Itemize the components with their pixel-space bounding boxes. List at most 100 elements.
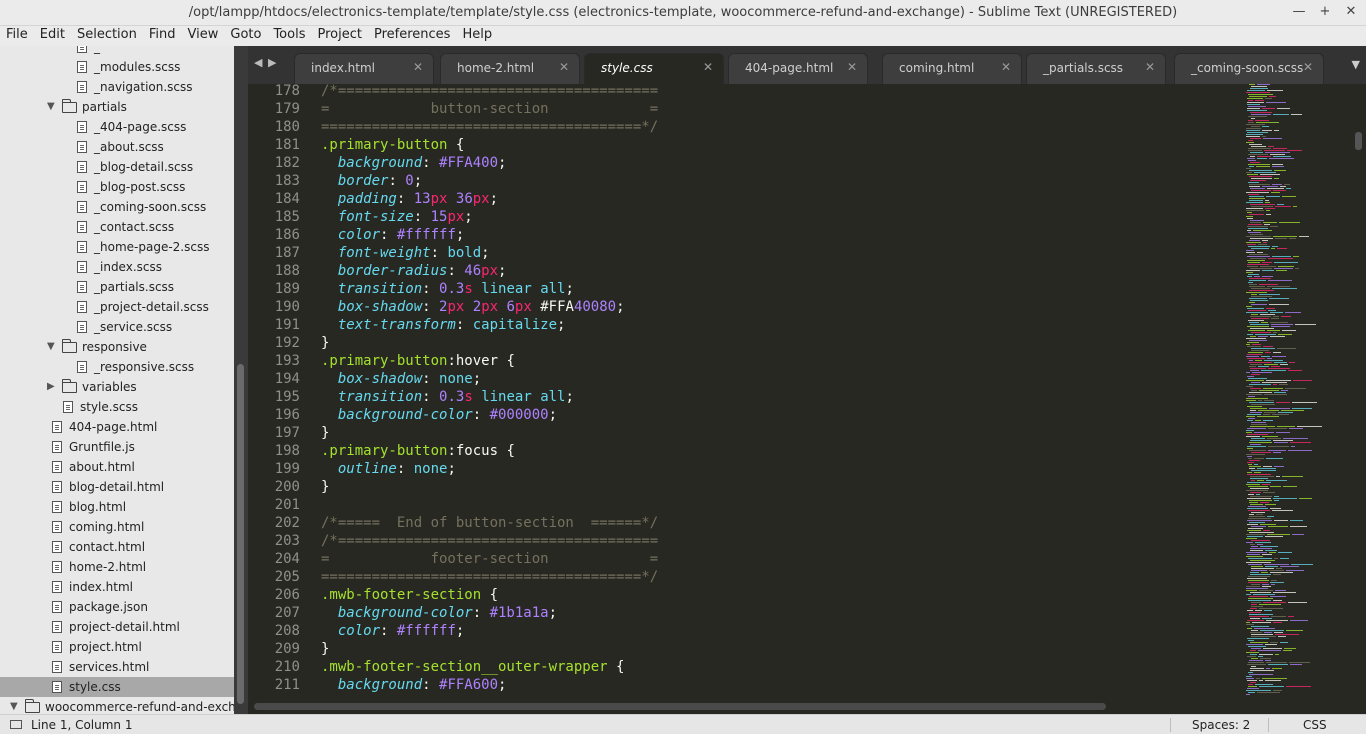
maximize-icon[interactable]: + bbox=[1316, 3, 1334, 21]
tab-coming-html[interactable]: coming.html ✕ bbox=[882, 53, 1022, 84]
code-line[interactable]: 203 /*===================================… bbox=[248, 532, 1244, 550]
code-line[interactable]: 182 background: #FFA400; bbox=[248, 154, 1244, 172]
code-line[interactable]: 202 /*===== End of button-section ======*… bbox=[248, 514, 1244, 532]
code-line[interactable]: 197} bbox=[248, 424, 1244, 442]
menu-project[interactable]: Project bbox=[311, 26, 367, 46]
tab-home-2-html[interactable]: home-2.html ✕ bbox=[440, 53, 580, 84]
code-line[interactable]: 186 color: #ffffff; bbox=[248, 226, 1244, 244]
panel-toggle-icon[interactable] bbox=[10, 720, 22, 729]
code-line[interactable]: 181 .primary-button { bbox=[248, 136, 1244, 154]
sidebar-file[interactable]: _ bbox=[0, 46, 234, 57]
sidebar-file[interactable]: _home-page-2.scss bbox=[0, 237, 234, 257]
sidebar-file[interactable]: package.json bbox=[0, 597, 234, 617]
editor-horizontal-scrollbar-thumb[interactable] bbox=[254, 703, 1106, 710]
code-line[interactable]: 184 padding: 13px 36px; bbox=[248, 190, 1244, 208]
menu-find[interactable]: Find bbox=[143, 26, 182, 46]
tab-scroll-left-icon[interactable]: ◀ bbox=[254, 56, 268, 69]
sidebar-folder[interactable]: ▼ partials bbox=[0, 97, 234, 117]
code-line[interactable]: 193 .primary-button:hover { bbox=[248, 352, 1244, 370]
sidebar-file[interactable]: Gruntfile.js bbox=[0, 437, 234, 457]
code-line[interactable]: 205 =====================================… bbox=[248, 568, 1244, 586]
tab-close-icon[interactable]: ✕ bbox=[1145, 60, 1155, 74]
menu-file[interactable]: File bbox=[0, 26, 34, 46]
sidebar-file[interactable]: home-2.html bbox=[0, 557, 234, 577]
code-line[interactable]: 199 outline: none; bbox=[248, 460, 1244, 478]
sidebar-file[interactable]: _contact.scss bbox=[0, 217, 234, 237]
sidebar-file[interactable]: contact.html bbox=[0, 537, 234, 557]
expanded-arrow-icon[interactable]: ▼ bbox=[10, 697, 22, 714]
sidebar-file[interactable]: _navigation.scss bbox=[0, 77, 234, 97]
tab-index-html[interactable]: index.html ✕ bbox=[294, 53, 434, 84]
sidebar-file[interactable]: 404-page.html bbox=[0, 417, 234, 437]
sidebar-file[interactable]: style.scss bbox=[0, 397, 234, 417]
code-line[interactable]: 190 box-shadow: 2px 2px 6px #FFA40080; bbox=[248, 298, 1244, 316]
minimap[interactable] bbox=[1244, 84, 1352, 698]
code-line[interactable]: 196 background-color: #000000; bbox=[248, 406, 1244, 424]
code-line[interactable]: 194 box-shadow: none; bbox=[248, 370, 1244, 388]
menu-tools[interactable]: Tools bbox=[267, 26, 311, 46]
menu-edit[interactable]: Edit bbox=[34, 26, 71, 46]
sidebar-folder[interactable]: ▼ responsive bbox=[0, 337, 234, 357]
tab-404-page-html[interactable]: 404-page.html ✕ bbox=[728, 53, 868, 84]
sidebar-file[interactable]: blog-detail.html bbox=[0, 477, 234, 497]
code-editor[interactable]: 178 /*===================================… bbox=[248, 84, 1244, 698]
sidebar-file[interactable]: _project-detail.scss bbox=[0, 297, 234, 317]
sidebar-file[interactable]: _index.scss bbox=[0, 257, 234, 277]
code-line[interactable]: 187 font-weight: bold; bbox=[248, 244, 1244, 262]
menu-selection[interactable]: Selection bbox=[71, 26, 143, 46]
code-line[interactable]: 183 border: 0; bbox=[248, 172, 1244, 190]
code-line[interactable]: 209} bbox=[248, 640, 1244, 658]
code-line[interactable]: 204 = footer-section = bbox=[248, 550, 1244, 568]
tab-close-icon[interactable]: ✕ bbox=[413, 60, 423, 74]
sidebar-folder[interactable]: ▶ variables bbox=[0, 377, 234, 397]
tab-close-icon[interactable]: ✕ bbox=[847, 60, 857, 74]
tab-close-icon[interactable]: ✕ bbox=[559, 60, 569, 74]
code-line[interactable]: 180 =====================================… bbox=[248, 118, 1244, 136]
menu-help[interactable]: Help bbox=[456, 26, 498, 46]
sidebar-file[interactable]: blog.html bbox=[0, 497, 234, 517]
sidebar-file[interactable]: _modules.scss bbox=[0, 57, 234, 77]
code-line[interactable]: 192} bbox=[248, 334, 1244, 352]
code-line[interactable]: 198 .primary-button:focus { bbox=[248, 442, 1244, 460]
sidebar-file[interactable]: index.html bbox=[0, 577, 234, 597]
sidebar-file[interactable]: _blog-post.scss bbox=[0, 177, 234, 197]
sidebar-file[interactable]: style.css bbox=[0, 677, 234, 697]
sidebar-scrollbar-thumb[interactable] bbox=[237, 364, 244, 704]
sidebar-file[interactable]: about.html bbox=[0, 457, 234, 477]
menu-preferences[interactable]: Preferences bbox=[368, 26, 456, 46]
menu-view[interactable]: View bbox=[182, 26, 225, 46]
expanded-arrow-icon[interactable]: ▼ bbox=[47, 97, 59, 117]
sidebar-file[interactable]: project.html bbox=[0, 637, 234, 657]
code-line[interactable]: 208 color: #ffffff; bbox=[248, 622, 1244, 640]
tab-close-icon[interactable]: ✕ bbox=[1303, 60, 1313, 74]
code-line[interactable]: 201 bbox=[248, 496, 1244, 514]
indentation-setting[interactable]: Spaces: 2 bbox=[1192, 718, 1250, 732]
minimize-icon[interactable]: — bbox=[1290, 3, 1308, 21]
expanded-arrow-icon[interactable]: ▼ bbox=[47, 337, 59, 357]
editor-vertical-scrollbar-thumb[interactable] bbox=[1355, 132, 1362, 150]
sidebar-file[interactable]: _partials.scss bbox=[0, 277, 234, 297]
tab-style-css[interactable]: style.css ✕ bbox=[584, 53, 724, 84]
tab-partials-scss[interactable]: _partials.scss ✕ bbox=[1026, 53, 1166, 84]
code-line[interactable]: 211 background: #FFA600; bbox=[248, 676, 1244, 694]
tab-coming-soon-scss[interactable]: _coming-soon.scss ✕ bbox=[1174, 53, 1324, 84]
code-line[interactable]: 179 = button-section = bbox=[248, 100, 1244, 118]
sidebar-file[interactable]: _about.scss bbox=[0, 137, 234, 157]
tab-close-icon[interactable]: ✕ bbox=[1001, 60, 1011, 74]
tab-scroll-right-icon[interactable]: ▶ bbox=[268, 56, 282, 69]
sidebar-file[interactable]: services.html bbox=[0, 657, 234, 677]
code-line[interactable]: 210 .mwb-footer-section__outer-wrapper { bbox=[248, 658, 1244, 676]
sidebar-file[interactable]: _responsive.scss bbox=[0, 357, 234, 377]
code-line[interactable]: 195 transition: 0.3s linear all; bbox=[248, 388, 1244, 406]
sidebar-file[interactable]: _404-page.scss bbox=[0, 117, 234, 137]
sidebar-file[interactable]: _coming-soon.scss bbox=[0, 197, 234, 217]
tab-overflow-icon[interactable]: ▼ bbox=[1352, 58, 1360, 71]
syntax-selector[interactable]: CSS bbox=[1303, 718, 1327, 732]
code-line[interactable]: 206 .mwb-footer-section { bbox=[248, 586, 1244, 604]
menu-goto[interactable]: Goto bbox=[224, 26, 267, 46]
sidebar-file[interactable]: _blog-detail.scss bbox=[0, 157, 234, 177]
close-icon[interactable]: ✕ bbox=[1342, 3, 1360, 21]
code-line[interactable]: 185 font-size: 15px; bbox=[248, 208, 1244, 226]
code-line[interactable]: 207 background-color: #1b1a1a; bbox=[248, 604, 1244, 622]
code-line[interactable]: 188 border-radius: 46px; bbox=[248, 262, 1244, 280]
